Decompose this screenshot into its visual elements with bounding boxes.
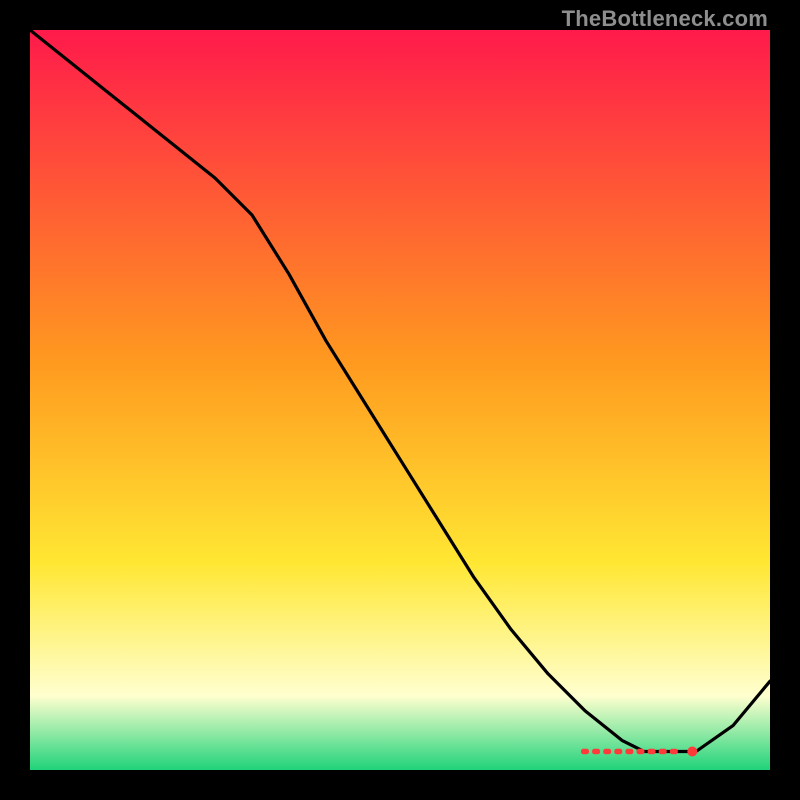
watermark-label: TheBottleneck.com bbox=[562, 6, 768, 32]
target-marker-segment bbox=[625, 749, 633, 754]
chart-background bbox=[30, 30, 770, 770]
target-marker-segment bbox=[637, 749, 645, 754]
chart-frame: TheBottleneck.com bbox=[0, 0, 800, 800]
target-marker-segment bbox=[670, 749, 678, 754]
target-marker-segment bbox=[614, 749, 622, 754]
bottleneck-chart bbox=[30, 30, 770, 770]
target-marker-segment bbox=[648, 749, 656, 754]
target-marker-segment bbox=[603, 749, 611, 754]
target-marker-segment bbox=[659, 749, 667, 754]
target-marker-segment bbox=[581, 749, 589, 754]
target-marker-segment bbox=[592, 749, 600, 754]
target-marker-dot bbox=[687, 747, 697, 757]
